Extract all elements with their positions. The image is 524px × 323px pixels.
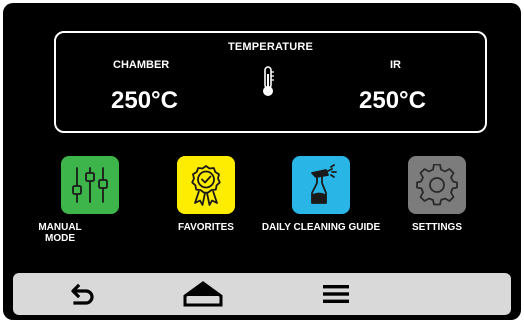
gear-icon xyxy=(416,164,458,206)
temperature-panel: TEMPERATURE CHAMBER IR 250°C 250°C xyxy=(54,31,487,133)
back-button[interactable] xyxy=(63,278,103,310)
settings-button[interactable] xyxy=(408,156,466,214)
manual-mode-button[interactable] xyxy=(61,156,119,214)
ir-label: IR xyxy=(390,59,401,71)
spray-bottle-icon xyxy=(311,164,337,204)
favorites-button[interactable] xyxy=(177,156,235,214)
home-button[interactable] xyxy=(183,278,223,310)
ir-temperature-value: 250°C xyxy=(359,87,426,114)
manual-mode-label: MANUAL MODE xyxy=(38,222,82,244)
thermometer-icon xyxy=(263,66,274,96)
temperature-title: TEMPERATURE xyxy=(227,41,314,53)
settings-label: SETTINGS xyxy=(411,222,462,233)
back-icon xyxy=(71,283,94,305)
award-ribbon-icon xyxy=(191,165,221,206)
oven-screen: TEMPERATURE CHAMBER IR 250°C 250°C MANUA… xyxy=(3,3,521,320)
daily-cleaning-guide-label: DAILY CLEANING GUIDE xyxy=(261,222,381,233)
sliders-icon xyxy=(72,167,108,203)
menu-icon xyxy=(323,285,349,303)
bottom-navigation-bar xyxy=(13,273,511,315)
home-icon xyxy=(183,281,223,307)
menu-button[interactable] xyxy=(316,278,356,310)
chamber-label: CHAMBER xyxy=(113,59,170,71)
chamber-temperature-value: 250°C xyxy=(111,87,178,114)
favorites-label: FAVORITES xyxy=(178,222,234,233)
daily-cleaning-guide-button[interactable] xyxy=(292,156,350,214)
